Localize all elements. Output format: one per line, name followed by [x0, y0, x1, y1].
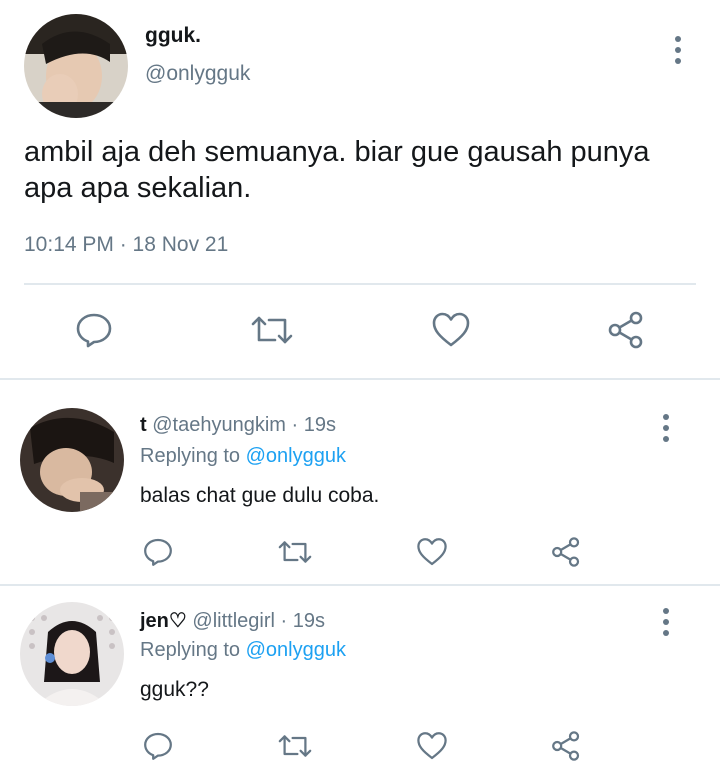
user-handle[interactable]: @littlegirl — [192, 610, 275, 632]
user-handle[interactable]: @onlygguk — [145, 62, 250, 86]
avatar[interactable] — [24, 14, 128, 118]
reply-actions — [142, 536, 582, 568]
retweet-icon[interactable] — [276, 536, 314, 568]
reply-tweet: t @taehyungkim · 19s Replying to @onlygg… — [0, 380, 720, 584]
reply-icon[interactable] — [142, 730, 174, 762]
mention-link[interactable]: @onlygguk — [246, 639, 346, 661]
like-icon[interactable] — [431, 310, 471, 350]
more-options-icon[interactable] — [661, 608, 671, 636]
main-tweet: gguk. @onlygguk ambil aja deh semuanya. … — [0, 0, 720, 378]
tweet-timestamp[interactable]: 10:14 PM · 18 Nov 21 — [24, 233, 228, 257]
replying-label: Replying to — [140, 445, 241, 467]
display-name[interactable]: t — [140, 414, 147, 436]
display-name[interactable]: jen♡ — [140, 610, 187, 632]
like-icon[interactable] — [416, 730, 448, 762]
tweet-text: ambil aja deh semuanya. biar gue gausah … — [24, 136, 650, 204]
reply-text: balas chat gue dulu coba. — [140, 484, 380, 507]
replying-to: Replying to @onlygguk — [140, 445, 346, 468]
reply-tweet: jen♡ @littlegirl · 19s Replying to @only… — [0, 586, 720, 776]
divider — [24, 283, 696, 285]
tweet-actions — [74, 310, 646, 350]
like-icon[interactable] — [416, 536, 448, 568]
user-handle[interactable]: @taehyungkim — [152, 414, 286, 436]
retweet-icon[interactable] — [249, 310, 295, 350]
reply-header: t @taehyungkim · 19s — [140, 414, 336, 437]
more-options-icon[interactable] — [673, 36, 683, 64]
reply-text: gguk?? — [140, 678, 209, 701]
replying-label: Replying to — [140, 639, 241, 661]
more-options-icon[interactable] — [661, 414, 671, 442]
display-name[interactable]: gguk. — [145, 24, 201, 48]
replying-to: Replying to @onlygguk — [140, 639, 346, 662]
avatar[interactable] — [20, 408, 124, 512]
reply-age: · 19s — [291, 414, 336, 436]
reply-age: · 19s — [280, 610, 325, 632]
retweet-icon[interactable] — [276, 730, 314, 762]
share-icon[interactable] — [606, 310, 646, 350]
reply-actions — [142, 730, 582, 762]
mention-link[interactable]: @onlygguk — [246, 445, 346, 467]
reply-icon[interactable] — [142, 536, 174, 568]
share-icon[interactable] — [550, 536, 582, 568]
avatar[interactable] — [20, 602, 124, 706]
reply-icon[interactable] — [74, 310, 114, 350]
reply-header: jen♡ @littlegirl · 19s — [140, 608, 325, 633]
share-icon[interactable] — [550, 730, 582, 762]
